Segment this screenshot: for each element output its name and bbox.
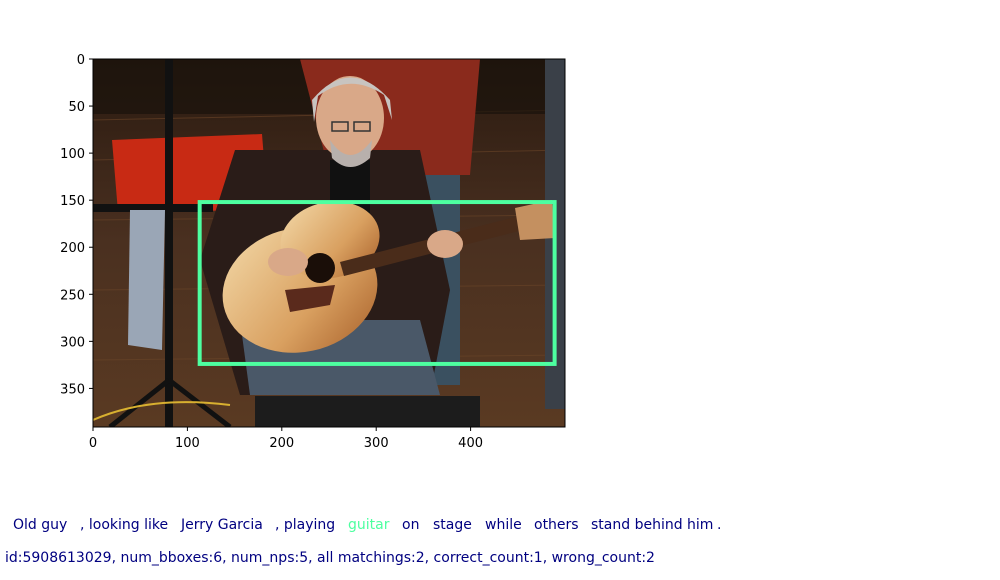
caption-token: .	[717, 517, 722, 532]
caption-token: Jerry Garcia	[181, 517, 263, 532]
caption-token: , playing	[275, 517, 336, 532]
caption-token: Old guy	[13, 517, 68, 532]
x-tick-label: 100	[175, 436, 200, 451]
caption-token: , looking like	[80, 517, 169, 532]
y-tick-label: 100	[60, 147, 85, 162]
x-tick-label: 400	[458, 436, 483, 451]
caption-token-highlighted: guitar	[348, 517, 390, 532]
caption-token: others	[534, 517, 579, 532]
y-tick-label: 300	[60, 335, 85, 350]
y-tick-label: 250	[60, 288, 85, 303]
x-tick-label: 0	[89, 436, 97, 451]
y-tick-label: 50	[68, 100, 85, 115]
y-tick-label: 350	[60, 382, 85, 397]
y-tick-label: 0	[77, 53, 85, 68]
x-tick-label: 300	[364, 436, 389, 451]
photo-musician-guitar	[93, 59, 565, 427]
caption-token: on	[402, 517, 420, 532]
y-tick-label: 200	[60, 241, 85, 256]
y-tick-label: 150	[60, 194, 85, 209]
x-tick-label: 200	[269, 436, 294, 451]
caption-token: while	[485, 517, 522, 532]
x-axis: 0 100 200 300 400	[89, 427, 483, 451]
figure-canvas: 0 100 200 300 400 0 50 100 150 200 250 300 350	[60, 53, 566, 451]
caption: Old guy , looking like Jerry Garcia , playi…	[0, 512, 1000, 532]
caption-token: stage	[433, 517, 472, 532]
y-axis: 0 50 100 150 200 250 300 350	[60, 53, 93, 397]
meta-info: id:5908613029, num_bboxes:6, num_nps:5, …	[5, 550, 655, 566]
caption-token: stand behind him	[591, 517, 714, 532]
